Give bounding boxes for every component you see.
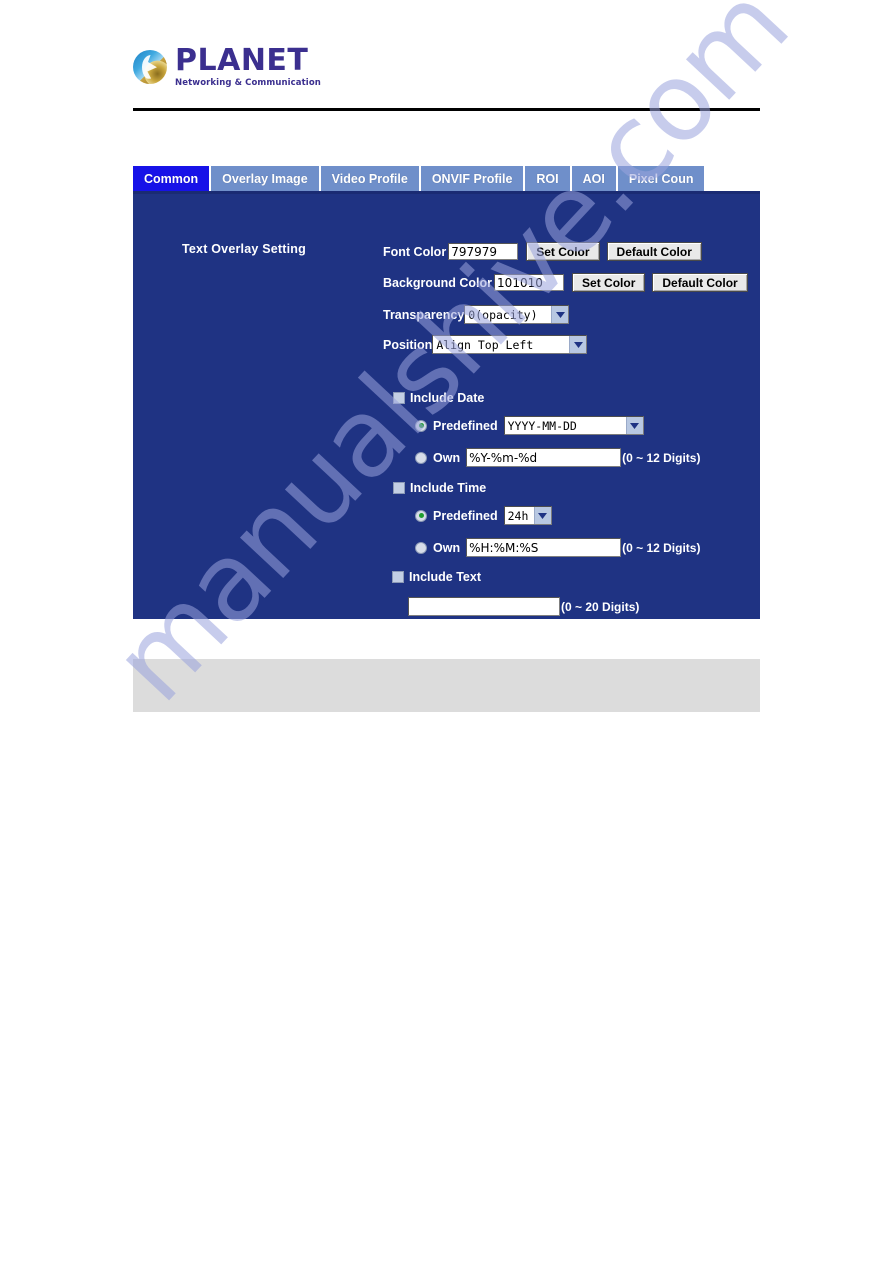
- time-own-row: Own (0 ~ 12 Digits): [415, 538, 700, 557]
- tab-common[interactable]: Common: [133, 166, 212, 191]
- background-color-default-button[interactable]: Default Color: [652, 273, 748, 292]
- date-predefined-select-value: YYYY-MM-DD: [507, 418, 577, 433]
- background-color-label: Background Color: [383, 275, 493, 290]
- chevron-down-icon: [625, 417, 643, 434]
- background-color-set-button[interactable]: Set Color: [572, 273, 646, 292]
- date-own-label: Own: [433, 450, 461, 465]
- date-own-radio[interactable]: [415, 451, 427, 464]
- text-overlay-settings-panel: Text Overlay Setting Font Color Set Colo…: [133, 191, 760, 619]
- date-predefined-label: Predefined: [433, 418, 498, 433]
- position-row: Position Align Top Left: [383, 335, 588, 354]
- section-title-text-overlay-setting: Text Overlay Setting: [182, 242, 306, 256]
- transparency-select-value: 0(opacity): [468, 307, 538, 322]
- include-text-hint: (0 ~ 20 Digits): [561, 599, 640, 614]
- time-predefined-row: Predefined 24h: [415, 506, 552, 525]
- bottom-gray-bar: [133, 659, 760, 712]
- tab-onvif-profile[interactable]: ONVIF Profile: [420, 166, 526, 191]
- background-color-input[interactable]: [494, 274, 565, 291]
- tab-video-profile[interactable]: Video Profile: [320, 166, 421, 191]
- chevron-down-icon: [569, 336, 587, 353]
- logo-wordmark: PLANET: [175, 43, 309, 78]
- time-predefined-radio[interactable]: [415, 509, 427, 522]
- include-date-checkbox[interactable]: [393, 392, 405, 404]
- date-own-row: Own (0 ~ 12 Digits): [415, 448, 700, 467]
- include-text-label: Include Text: [409, 570, 482, 584]
- position-select-value: Align Top Left: [436, 337, 534, 352]
- tab-aoi[interactable]: AOI: [571, 166, 618, 191]
- position-label: Position: [383, 337, 433, 352]
- time-own-hint: (0 ~ 12 Digits): [622, 540, 701, 555]
- include-time-label: Include Time: [410, 481, 487, 495]
- planet-logo: PLANET Networking & Communication: [133, 46, 321, 88]
- include-text-input-row: (0 ~ 20 Digits): [408, 597, 639, 616]
- tab-bar: Common Overlay Image Video Profile ONVIF…: [133, 166, 760, 191]
- logo-text-block: PLANET Networking & Communication: [175, 46, 321, 88]
- time-predefined-label: Predefined: [433, 508, 498, 523]
- include-time-checkbox-row: Include Time: [393, 481, 486, 495]
- planet-globe-icon: [133, 49, 167, 84]
- time-predefined-select-value: 24h: [507, 508, 529, 523]
- transparency-row: Transparency 0(opacity): [383, 305, 570, 324]
- time-own-radio[interactable]: [415, 541, 427, 554]
- date-own-input[interactable]: [466, 448, 622, 467]
- time-own-input[interactable]: [466, 538, 622, 557]
- include-date-label: Include Date: [410, 391, 485, 405]
- tab-pixel-counter[interactable]: Pixel Coun: [617, 166, 707, 191]
- font-color-row: Font Color Set Color Default Color: [383, 242, 702, 261]
- font-color-label: Font Color: [383, 244, 447, 259]
- document-header: PLANET Networking & Communication: [133, 38, 760, 108]
- chevron-down-icon: [533, 507, 551, 524]
- header-divider: [133, 108, 760, 111]
- include-time-checkbox[interactable]: [393, 482, 405, 494]
- background-color-row: Background Color Set Color Default Color: [383, 273, 748, 292]
- time-own-label: Own: [433, 540, 461, 555]
- font-color-input[interactable]: [448, 243, 519, 260]
- tab-roi[interactable]: ROI: [525, 166, 572, 191]
- date-predefined-select[interactable]: YYYY-MM-DD: [503, 416, 644, 435]
- include-date-checkbox-row: Include Date: [393, 391, 484, 405]
- transparency-select[interactable]: 0(opacity): [464, 305, 570, 324]
- transparency-label: Transparency: [383, 307, 465, 322]
- include-text-checkbox-row: Include Text: [392, 570, 481, 584]
- tab-overlay-image[interactable]: Overlay Image: [211, 166, 321, 191]
- include-text-input[interactable]: [408, 597, 560, 616]
- date-predefined-row: Predefined YYYY-MM-DD: [415, 416, 644, 435]
- font-color-default-button[interactable]: Default Color: [606, 242, 702, 261]
- time-predefined-select[interactable]: 24h: [503, 506, 552, 525]
- font-color-set-button[interactable]: Set Color: [526, 242, 600, 261]
- date-own-hint: (0 ~ 12 Digits): [622, 450, 701, 465]
- include-text-checkbox[interactable]: [392, 571, 404, 583]
- logo-tagline: Networking & Communication: [175, 78, 321, 88]
- chevron-down-icon: [551, 306, 569, 323]
- date-predefined-radio[interactable]: [415, 419, 427, 432]
- position-select[interactable]: Align Top Left: [432, 335, 588, 354]
